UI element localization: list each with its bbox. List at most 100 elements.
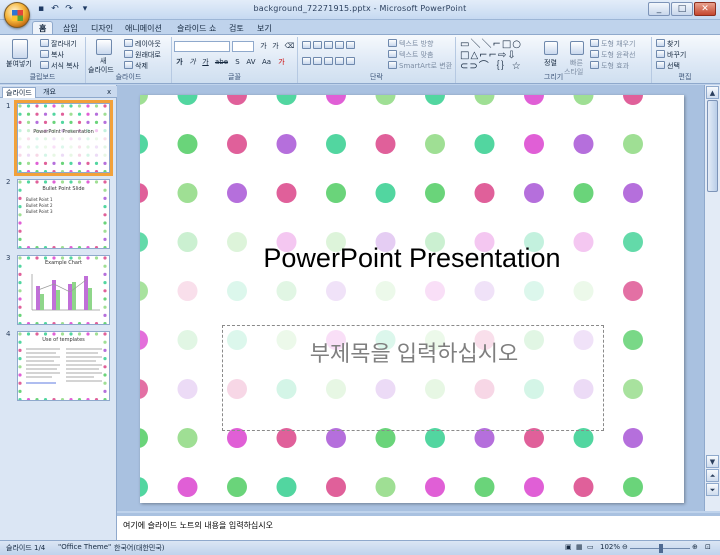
prev-slide-button[interactable]: ⏶ (706, 469, 719, 482)
slide-thumbnail-1[interactable]: PowerPoint Presentation (14, 100, 113, 176)
thumb-dot (35, 170, 39, 172)
tab-insert[interactable]: 삽입 (56, 21, 85, 34)
thumb-dot (18, 381, 22, 385)
paste-icon[interactable] (12, 39, 28, 59)
slide-canvas[interactable]: PowerPoint Presentation 부제목을 입력하십시오 (140, 95, 684, 503)
slide-thumbnail-4[interactable]: Use of templates (17, 331, 110, 401)
pane-close-button[interactable]: x (104, 87, 114, 98)
fit-window-icon[interactable]: ⊡ (705, 543, 711, 551)
subtitle-placeholder[interactable]: 부제목을 입력하십시오 (222, 325, 604, 431)
clear-format-icon[interactable]: ⌫ (284, 41, 295, 51)
strike-button[interactable]: abe (214, 57, 229, 67)
tab-slideshow[interactable]: 슬라이드 쇼 (170, 21, 223, 34)
replace-button[interactable]: 바꾸기 (656, 50, 686, 60)
minimize-button[interactable]: _ (648, 2, 670, 16)
copy-button[interactable]: 복사 (40, 50, 64, 60)
office-button[interactable] (4, 2, 30, 28)
background-dot (326, 477, 346, 497)
thumb-dot (103, 180, 107, 184)
slide-thumbnail-2[interactable]: Bullet Point Slide Bullet Point 1 Bullet… (17, 179, 110, 249)
tab-outline-pane[interactable]: 개요 (40, 87, 59, 98)
scroll-down-button[interactable]: ▼ (706, 455, 719, 468)
shape-effect-button[interactable]: 도형 효과 (590, 61, 629, 71)
tab-slides-pane[interactable]: 슬라이드 (2, 87, 36, 98)
scroll-thumb[interactable] (707, 100, 718, 192)
grow-font-button[interactable]: 가 (258, 41, 269, 51)
sorter-view-icon[interactable]: ▦ (576, 543, 583, 551)
new-slide-label[interactable]: 새 (100, 57, 106, 66)
notes-text[interactable]: 여기에 슬라이드 노트의 내용을 입력하십시오 (123, 520, 273, 531)
new-slide-icon[interactable] (96, 39, 112, 55)
arrange-icon[interactable] (544, 41, 558, 55)
text-direction-button[interactable]: 텍스트 방향 (388, 39, 433, 49)
slide-title[interactable]: PowerPoint Presentation (140, 243, 684, 274)
close-button[interactable]: ✕ (694, 2, 716, 16)
italic-button[interactable]: 가 (187, 57, 198, 67)
thumb-title: Use of templates (42, 337, 85, 343)
slideshow-view-icon[interactable]: ▭ (587, 543, 594, 551)
thumb-dot (18, 322, 22, 324)
font-size-combo[interactable] (232, 41, 254, 52)
next-slide-button[interactable]: ⏷ (706, 483, 719, 496)
thumb-dot (94, 180, 99, 184)
align-buttons[interactable] (302, 57, 357, 67)
notes-pane[interactable]: 여기에 슬라이드 노트의 내용을 입력하십시오 (117, 513, 720, 540)
vertical-scrollbar[interactable]: ▲ ▼ ⏶ ⏷ (704, 85, 720, 511)
background-dot (425, 183, 445, 203)
shape-outline-button[interactable]: 도형 윤곽선 (590, 50, 635, 60)
subtitle-text[interactable]: 부제목을 입력하십시오 (223, 336, 605, 368)
normal-view-icon[interactable]: ▣ (565, 543, 572, 551)
slide-thumbnail-3[interactable]: Example Chart (17, 255, 110, 325)
redo-icon[interactable]: ↷ (62, 3, 76, 16)
spacing-button[interactable]: AV (244, 57, 258, 67)
zoom-in-icon[interactable]: ⊕ (692, 543, 698, 551)
change-case-button[interactable]: Aa (260, 57, 273, 67)
quick-styles-label[interactable]: 빠른 (570, 59, 583, 68)
language-indicator[interactable]: 한국어(대한민국) (114, 543, 165, 553)
thumb-dot (60, 322, 65, 324)
arrange-button[interactable]: 정렬 (544, 59, 557, 68)
underline-button[interactable]: 가 (200, 57, 211, 67)
maximize-button[interactable]: □ (671, 2, 693, 16)
save-icon[interactable]: ▪ (34, 3, 48, 16)
paste-button[interactable]: 붙여넣기 (6, 60, 32, 69)
align-text-button[interactable]: 텍스트 맞춤 (388, 50, 433, 60)
shrink-font-button[interactable]: 가 (270, 41, 281, 51)
select-button[interactable]: 선택 (656, 61, 680, 71)
font-name-combo[interactable] (174, 41, 230, 52)
background-dot (326, 428, 346, 448)
zoom-slider-thumb[interactable] (659, 544, 663, 553)
delete-slide-button[interactable]: 삭제 (124, 61, 148, 71)
thumb-dot (86, 161, 90, 165)
tab-design[interactable]: 디자인 (84, 21, 120, 34)
reset-button[interactable]: 원래대로 (124, 50, 161, 60)
layout-button[interactable]: 레이아웃 (124, 39, 161, 49)
tab-home[interactable]: 홈 (32, 21, 54, 34)
smartart-button[interactable]: SmartArt로 변환 (388, 61, 452, 71)
undo-icon[interactable]: ↶ (48, 3, 62, 16)
find-button[interactable]: 찾기 (656, 39, 680, 49)
scroll-up-button[interactable]: ▲ (706, 86, 719, 99)
format-painter-button[interactable]: 서식 복사 (40, 61, 79, 71)
qat-customize-icon[interactable]: ▾ (78, 3, 92, 16)
drawing-group: ▭＼＼⌐□○ □△⌐⌐⇨⇩ ⊂⊃⌒｛｝☆ 정렬 빠른 스타일 도형 채우기 도형 윤… (456, 37, 652, 83)
thumb-dot (103, 170, 107, 172)
tab-animations[interactable]: 애니메이션 (118, 21, 169, 34)
bold-button[interactable]: 가 (174, 57, 185, 67)
shapes-gallery[interactable]: ▭＼＼⌐□○ □△⌐⌐⇨⇩ ⊂⊃⌒｛｝☆ (460, 39, 522, 72)
zoom-out-icon[interactable]: ⊖ (622, 543, 628, 551)
zoom-level[interactable]: 102% (600, 543, 620, 551)
cut-button[interactable]: 잘라내기 (40, 39, 77, 49)
font-color-button[interactable]: 가 (276, 57, 287, 67)
tab-review[interactable]: 검토 (222, 21, 251, 34)
quick-styles-icon[interactable] (570, 41, 584, 55)
background-dot (524, 134, 544, 154)
text-direction-icon (388, 39, 397, 47)
background-dot (140, 95, 148, 105)
background-dot (140, 379, 148, 399)
list-buttons[interactable] (302, 41, 357, 51)
thumb-dot (35, 112, 39, 116)
shape-fill-button[interactable]: 도형 채우기 (590, 39, 635, 49)
shadow-button[interactable]: S (232, 57, 243, 67)
tab-view[interactable]: 보기 (250, 21, 279, 34)
